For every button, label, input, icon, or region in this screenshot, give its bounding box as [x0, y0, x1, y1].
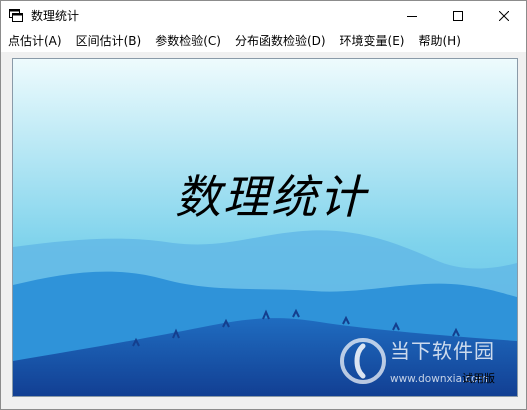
- client-area: 数理统计 当下软件园 www.downxia.com 试用版: [1, 53, 526, 409]
- splash-panel: 数理统计 当下软件园 www.downxia.com 试用版: [12, 58, 518, 397]
- menu-point-estimation[interactable]: 点估计(A): [1, 32, 69, 51]
- app-window-icon[interactable]: [9, 9, 23, 22]
- trial-version-label: 试用版: [462, 372, 495, 385]
- close-icon: [499, 11, 509, 21]
- app-window: 数理统计 点估计(A) 区间估计(B) 参数检验(C) 分布函数检验(D) 环境…: [0, 0, 527, 410]
- menu-environment-variables[interactable]: 环境变量(E): [333, 32, 412, 51]
- splash-title: 数理统计: [175, 170, 367, 224]
- minimize-icon: [407, 16, 417, 17]
- menu-parameter-test[interactable]: 参数检验(C): [148, 32, 228, 51]
- menu-distribution-test[interactable]: 分布函数检验(D): [228, 32, 333, 51]
- downxia-logo-icon: [340, 338, 386, 384]
- minimize-button[interactable]: [389, 1, 435, 31]
- menu-bar: 点估计(A) 区间估计(B) 参数检验(C) 分布函数检验(D) 环境变量(E)…: [1, 31, 526, 52]
- menu-interval-estimation[interactable]: 区间估计(B): [69, 32, 149, 51]
- menu-help[interactable]: 帮助(H): [412, 32, 468, 51]
- close-button[interactable]: [481, 1, 526, 31]
- title-bar[interactable]: 数理统计: [1, 1, 526, 31]
- maximize-button[interactable]: [435, 1, 481, 31]
- window-title: 数理统计: [31, 9, 80, 23]
- maximize-icon: [453, 11, 463, 21]
- watermark-site-name: 当下软件园: [390, 339, 495, 363]
